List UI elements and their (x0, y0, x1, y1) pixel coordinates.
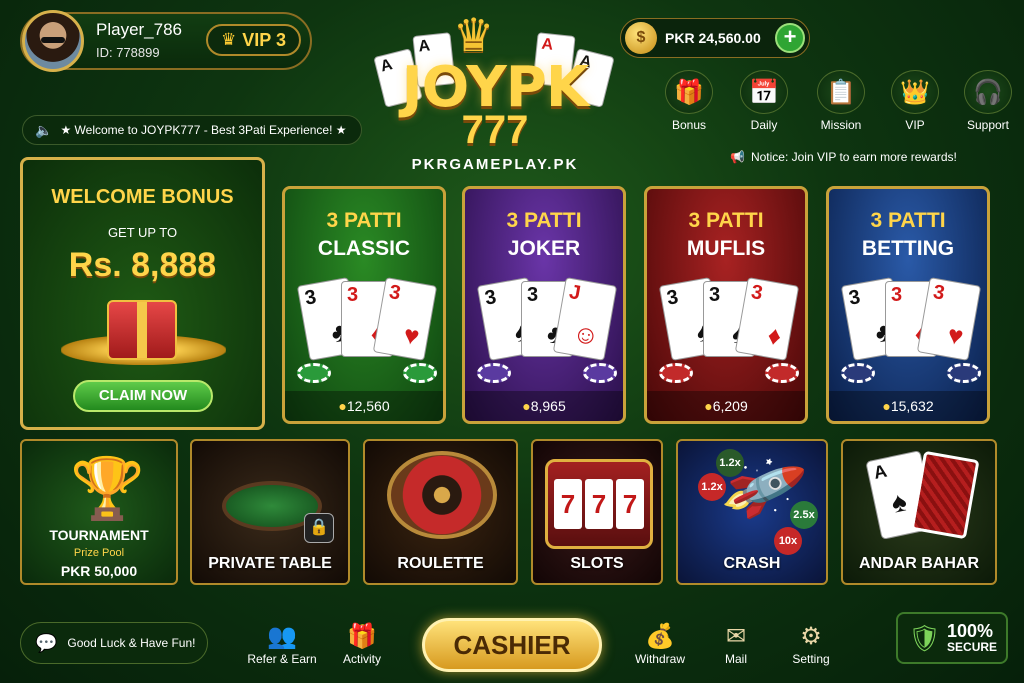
balance-amount: PKR 24,560.00 (665, 30, 761, 46)
bonus-title: WELCOME BONUS (51, 186, 234, 208)
top-menu-label: VIP (905, 118, 925, 132)
player-id: ID: 778899 (96, 45, 160, 60)
chips-icon (841, 363, 981, 385)
game-card-classic[interactable]: 3 PATTICLASSIC 3♣ 3♦ 3♥ ●12,560 (282, 186, 446, 424)
player-count: ●8,965 (465, 391, 623, 421)
trophy-icon: 🏆 (70, 455, 145, 522)
bonus-amount: Rs. 8,888 (68, 246, 217, 284)
calendar-check-icon: 📅 (740, 70, 788, 114)
top-menu-label: Bonus (671, 118, 707, 132)
slot-machine-icon: 7 7 7 (545, 459, 653, 549)
megaphone-icon: 📢 (730, 150, 745, 164)
headset-icon: 🎧 (964, 70, 1012, 114)
private-table-card[interactable]: 🔒 PRIVATE TABLE (190, 439, 350, 585)
notice-text: Notice: Join VIP to earn more rewards! (750, 150, 957, 164)
mail-icon: ✉ (725, 623, 747, 650)
andar-bahar-label: ANDAR BAHAR (859, 555, 979, 572)
welcome-bonus-card[interactable]: WELCOME BONUS GET UP TO Rs. 8,888 CLAIM … (20, 157, 265, 430)
chat-label: Good Luck & Have Fun! (67, 636, 196, 650)
top-menu-label: Support (966, 118, 1010, 132)
gift-box-icon (107, 300, 177, 360)
slots-card[interactable]: 7 7 7 SLOTS (531, 439, 663, 585)
crown-icon: ♛ (221, 30, 237, 49)
vip-badge[interactable]: ♛ VIP 3 (206, 24, 301, 56)
refer-earn-button[interactable]: 👥 Refer & Earn (242, 622, 322, 666)
gear-icon: ⚙ (800, 623, 822, 650)
top-menu-daily[interactable]: 📅 Daily (734, 70, 794, 136)
clipboard-icon: 📋 (817, 70, 865, 114)
roulette-wheel-icon (387, 451, 497, 539)
shield-icon: 🛡 (908, 622, 942, 653)
secure-badge: 🛡 100% SECURE (896, 612, 1008, 664)
game-card-muflis[interactable]: 3 PATTIMUFLIS 3♠ 3♠ 3♦ ●6,209 (644, 186, 808, 424)
bonus-subtitle: GET UP TO (107, 225, 178, 240)
avatar[interactable] (22, 10, 84, 72)
tournament-card[interactable]: 🏆 TOURNAMENT Prize Pool PKR 50,000 (20, 439, 178, 585)
chat-button[interactable]: 💬 Good Luck & Have Fun! (20, 622, 208, 664)
vip-level: VIP 3 (242, 29, 286, 50)
prize-pool-amount: PKR 50,000 (60, 563, 138, 579)
crash-card[interactable]: 1.2x 1.2x 2.5x 10x 🚀 CRASH (676, 439, 828, 585)
slots-label: SLOTS (570, 555, 624, 572)
chips-icon (297, 363, 437, 385)
chips-icon (659, 363, 799, 385)
tournament-label: TOURNAMENT (49, 527, 149, 543)
andar-bahar-card[interactable]: A ♠ ANDAR BAHAR (841, 439, 997, 585)
game-title: 3 PATTI CLASSIC (317, 209, 411, 261)
announcement-marquee: 🔈 ★ Welcome to JOYPK777 - Best 3Pati Exp… (22, 115, 362, 145)
marquee-text: ★ Welcome to JOYPK777 - Best 3Pati Exper… (60, 123, 347, 137)
activity-button[interactable]: 🎁 Activity (322, 622, 402, 666)
logo-crown-icon: ♛ (453, 9, 495, 61)
crown-icon: 👑 (891, 70, 939, 114)
roulette-card[interactable]: ROULETTE (363, 439, 518, 585)
coin-icon: $ (625, 22, 657, 54)
claim-now-button[interactable]: CLAIM NOW (73, 380, 213, 412)
private-table-label: PRIVATE TABLE (208, 555, 332, 572)
prize-pool-label: Prize Pool (73, 547, 125, 559)
top-menu-bonus[interactable]: 🎁 Bonus (659, 70, 719, 136)
player-name: Player_786 (96, 20, 183, 39)
speaker-icon: 🔈 (35, 121, 53, 138)
crash-label: CRASH (723, 555, 781, 572)
game-card-joker[interactable]: 3 PATTIJOKER 3♠ 3♣ J☺ ●8,965 (462, 186, 626, 424)
lock-icon: 🔒 (304, 513, 334, 543)
top-menu-vip[interactable]: 👑 VIP (885, 70, 945, 136)
mail-button[interactable]: ✉ Mail (696, 622, 776, 666)
top-menu-label: Mission (820, 118, 862, 132)
setting-button[interactable]: ⚙ Setting (771, 622, 851, 666)
chat-bubble-icon: 💬 (35, 632, 58, 653)
top-menu-support[interactable]: 🎧 Support (958, 70, 1018, 136)
game-title: 3 PATTI BETTING (861, 209, 955, 261)
player-count: ●15,632 (829, 391, 987, 421)
game-card-betting[interactable]: 3 PATTIBETTING 3♣ 3♦ 3♥ ●15,632 (826, 186, 990, 424)
game-title: 3 PATTI MUFLIS (686, 209, 766, 261)
player-count: ●12,560 (285, 391, 443, 421)
balance-display: $ PKR 24,560.00 + (620, 18, 810, 58)
player-count: ●6,209 (647, 391, 805, 421)
roulette-label: ROULETTE (397, 555, 484, 572)
add-funds-button[interactable]: + (775, 23, 805, 53)
game-title: 3 PATTI JOKER (506, 209, 582, 261)
withdraw-button[interactable]: 💰 Withdraw (620, 622, 700, 666)
users-icon: 👥 (267, 623, 297, 650)
top-menu-label: Daily (750, 118, 778, 132)
cashier-button[interactable]: CASHIER (422, 618, 602, 672)
logo: A A A A ♛ JOYPK 777 PKRGAMEPLAY.PK (365, 8, 625, 178)
top-menu-mission[interactable]: 📋 Mission (811, 70, 871, 136)
logo-number: 777 (461, 108, 529, 152)
logo-domain: PKRGAMEPLAY.PK (411, 156, 579, 173)
withdraw-icon: 💰 (645, 623, 675, 650)
notice-bar: 📢 Notice: Join VIP to earn more rewards! (730, 150, 957, 164)
gift-icon: 🎁 (347, 623, 377, 650)
chips-icon (477, 363, 617, 385)
gift-icon: 🎁 (665, 70, 713, 114)
